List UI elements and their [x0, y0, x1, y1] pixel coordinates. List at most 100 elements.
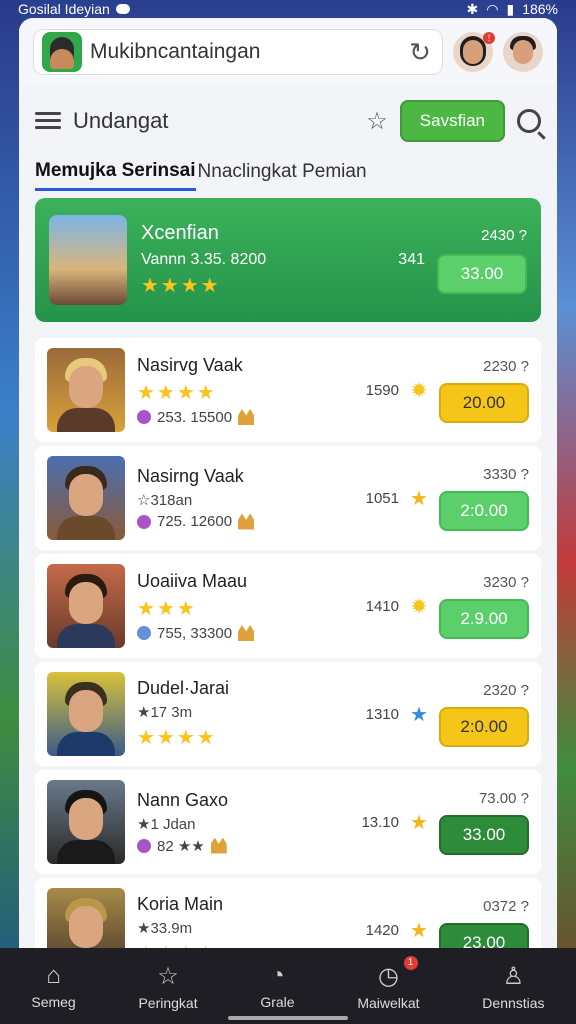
blue-star-icon: ★ — [410, 703, 428, 726]
thumb-face — [69, 582, 103, 624]
thumb-face — [69, 798, 103, 840]
crown-icon — [238, 625, 255, 641]
featured-stars: ★★★★ — [141, 275, 221, 297]
item-score: 2230 ? — [483, 357, 529, 375]
item-stars: ★★★ — [137, 597, 197, 620]
home-indicator[interactable] — [228, 1016, 348, 1020]
save-button[interactable]: Savsfian — [399, 100, 505, 142]
list-item[interactable]: Nasirvg Vaak ★★★★ 253. 15500 1590 ✹ 2230… — [35, 338, 541, 442]
coin-icon — [137, 410, 151, 424]
app-logo — [42, 32, 82, 72]
featured-name: Xcenfian — [141, 222, 219, 244]
list-item[interactable]: Dudel·Jarai ★17 3m ★★★★ 1310 ★ 2320 ? 2:… — [35, 662, 541, 766]
item-score: 73.00 ? — [478, 789, 529, 807]
tab-secondary[interactable]: Nnaclingkat Pemian — [198, 161, 367, 189]
list-item[interactable]: Nann Gaxo ★1 Jdan 82 ★★ 13.10 ★ 73.00 ? … — [35, 770, 541, 874]
favorite-icon[interactable]: ☆ — [366, 107, 388, 136]
address-bar[interactable]: Mukibncantaingan ↻ — [33, 29, 443, 75]
item-thumbnail — [47, 348, 125, 432]
wifi-icon: ◠ — [486, 0, 499, 17]
star-badge-icon: ★ — [410, 919, 428, 942]
item-count: 13.10 — [361, 813, 399, 831]
menu-icon[interactable] — [35, 112, 61, 130]
home-icon: ⌂ — [46, 962, 61, 989]
thumb-face — [69, 474, 103, 516]
crown-icon — [238, 513, 255, 530]
item-sub: 725. 12600 — [157, 513, 233, 530]
item-stars: ★33.9m — [137, 920, 193, 937]
thumb-body — [57, 408, 115, 432]
item-score: 3330 ? — [483, 465, 529, 483]
battery-text: 186% — [522, 1, 558, 17]
profile-avatar[interactable] — [503, 32, 543, 72]
item-sub: 755, 33300 — [157, 624, 233, 642]
price-button[interactable]: 23.00 — [439, 922, 529, 948]
item-sub: ★★★★ — [137, 727, 217, 749]
avatar-face — [513, 40, 533, 64]
nav-ranking[interactable]: ☆ Peringkat — [138, 962, 197, 1011]
nav-search[interactable]: ◔ Grale — [260, 962, 294, 1010]
thumb-body — [57, 840, 115, 864]
status-left-text: Gosilal Ideyian — [18, 1, 110, 17]
avatar[interactable]: ! — [453, 32, 495, 72]
reload-icon[interactable]: ↻ — [406, 37, 434, 68]
bluetooth-icon: ✱ — [466, 0, 479, 17]
coin-icon — [137, 838, 151, 853]
thumb-body — [57, 516, 115, 540]
star-badge-icon: ★ — [410, 487, 428, 510]
tab-bar: Memujka Serinsai Nnaclingkat Pemian — [19, 152, 557, 198]
price-button[interactable]: 2:0.00 — [439, 490, 529, 531]
price-button[interactable]: 2:0.00 — [439, 706, 529, 747]
nav-profile-label: Dennstias — [482, 994, 545, 1011]
nav-profile[interactable]: ♙ Dennstias — [482, 962, 544, 1011]
tab-active[interactable]: Memujka Serinsai — [35, 160, 196, 191]
signal-icon: ▮ — [506, 0, 515, 17]
item-count: 1410 — [365, 597, 399, 615]
item-name: Nasirvg Vaak — [137, 354, 243, 375]
nav-updates-badge: 1 — [403, 955, 418, 970]
price-button[interactable]: 33.00 — [439, 814, 529, 855]
item-thumbnail — [47, 888, 125, 948]
item-sub: 82 ★★ — [157, 837, 205, 855]
bottom-nav: ⌂ Semeg ☆ Peringkat ◔ Grale ◷ 1 Maiwelka… — [0, 948, 576, 1024]
star-icon: ☆ — [157, 962, 179, 990]
item-stars: ★17 3m — [137, 704, 193, 721]
featured-price-button[interactable]: 33.00 — [437, 253, 527, 294]
item-name: Uoaiiva Maau — [137, 570, 248, 591]
featured-card[interactable]: Xcenfian Vannn 3.35. 8200 ★★★★ 341 2430 … — [35, 198, 541, 322]
nav-updates-label: Maiwelkat — [357, 994, 420, 1011]
nav-updates[interactable]: ◷ 1 Maiwelkat — [357, 955, 420, 1011]
featured-count: 341 — [398, 251, 425, 268]
item-sub: 253. 15500 — [157, 408, 233, 426]
clock-icon: ◷ — [377, 962, 399, 990]
featured-thumbnail — [49, 215, 127, 305]
coin-icon — [137, 514, 151, 529]
search-icon[interactable] — [517, 109, 541, 133]
toolbar: Undangat ☆ Savsfian — [19, 90, 557, 152]
item-score: 3230 ? — [483, 573, 529, 591]
list-item[interactable]: Koria Main ★33.9m ★★★★ 1420 ★ 0372 ? 23.… — [35, 878, 541, 948]
list-item[interactable]: Uoaiiva Maau ★★★ 755, 33300 1410 ✹ 3230 … — [35, 554, 541, 658]
app-panel: Mukibncantaingan ↻ ! Undangat ☆ Savsfian… — [19, 18, 557, 948]
item-count: 1420 — [365, 921, 399, 939]
item-count: 1590 — [365, 381, 399, 399]
item-score: 2320 ? — [483, 681, 529, 699]
page-title: Undangat — [73, 108, 169, 133]
price-button[interactable]: 2.9.00 — [439, 598, 529, 639]
crown-icon — [210, 837, 227, 854]
item-list: Nasirvg Vaak ★★★★ 253. 15500 1590 ✹ 2230… — [35, 338, 541, 948]
status-bar: Gosilal Ideyian ✱ ◠ ▮ 186% — [0, 0, 576, 18]
item-name: Koria Main — [137, 894, 224, 914]
price-button[interactable]: 20.00 — [439, 382, 529, 423]
crown-icon — [238, 409, 255, 425]
nav-ranking-label: Peringkat — [138, 994, 198, 1011]
item-stars: ★1 Jdan — [137, 815, 196, 833]
notification-badge: ! — [483, 32, 495, 44]
thumb-face — [69, 906, 103, 948]
thumb-body — [57, 732, 115, 756]
sun-badge-icon: ✹ — [410, 379, 428, 402]
nav-home[interactable]: ⌂ Semeg — [31, 962, 75, 1010]
item-count: 1051 — [365, 489, 399, 507]
list-item[interactable]: Nasirng Vaak ☆318an 725. 12600 1051 ★ 33… — [35, 446, 541, 550]
item-name: Nann Gaxo — [137, 789, 229, 810]
